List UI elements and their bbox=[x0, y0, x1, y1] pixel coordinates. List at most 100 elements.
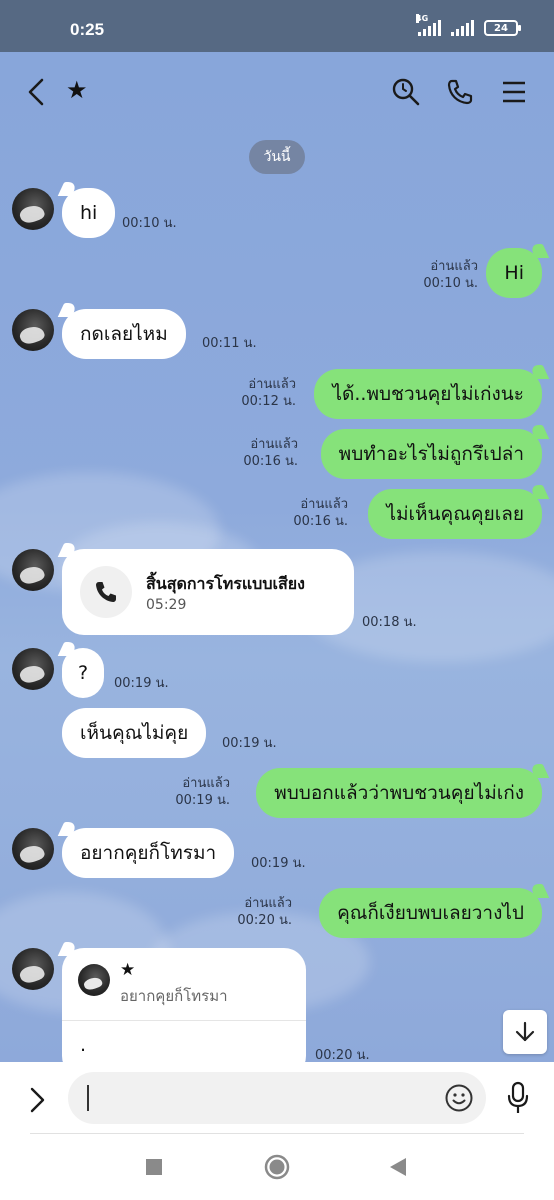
message-bubble-in[interactable]: ? bbox=[62, 648, 105, 698]
signal-icon bbox=[451, 20, 474, 36]
message-read-status: อ่านแล้ว 00:16 น. bbox=[293, 496, 348, 530]
message-input[interactable] bbox=[68, 1072, 486, 1124]
contact-avatar[interactable] bbox=[12, 188, 54, 230]
message-time: 00:10 น. bbox=[423, 276, 478, 291]
message-bubble-out[interactable]: ไม่เห็นคุณคุยเลย bbox=[368, 489, 542, 539]
emoji-button[interactable] bbox=[442, 1081, 476, 1115]
message-bubble-out[interactable]: คุณก็เงียบพบเลยวางไป bbox=[319, 888, 542, 938]
square-icon bbox=[146, 1159, 162, 1175]
date-separator: วันนี้ bbox=[249, 140, 305, 174]
message-text: . bbox=[80, 1034, 87, 1056]
message-bubble-in[interactable]: เห็นคุณไม่คุย bbox=[62, 708, 207, 758]
divider bbox=[30, 1133, 524, 1134]
status-time: 0:25 bbox=[70, 20, 105, 39]
search-button[interactable] bbox=[386, 72, 426, 112]
back-button[interactable] bbox=[16, 72, 56, 112]
message-text: พบทำอะไรไม่ถูกรึเปล่า bbox=[338, 443, 524, 465]
phone-icon bbox=[96, 582, 116, 602]
message-read-status: อ่านแล้ว 00:19 น. bbox=[175, 775, 230, 809]
menu-button[interactable] bbox=[494, 72, 534, 112]
back-nav-button[interactable] bbox=[380, 1152, 416, 1182]
read-label: อ่านแล้ว bbox=[244, 896, 292, 911]
phone-icon bbox=[447, 79, 473, 105]
contact-avatar[interactable] bbox=[12, 828, 54, 870]
arrow-down-icon bbox=[515, 1021, 535, 1042]
message-read-status: อ่านแล้ว 00:12 น. bbox=[241, 376, 296, 410]
message-time: 00:12 น. bbox=[241, 394, 296, 409]
message-text: Hi bbox=[504, 262, 524, 284]
chevron-right-icon bbox=[30, 1087, 45, 1113]
message-input-bar bbox=[0, 1062, 554, 1138]
back-icon bbox=[28, 78, 44, 106]
status-icons: 4G 24 bbox=[416, 14, 521, 36]
search-icon bbox=[392, 78, 420, 106]
microphone-icon bbox=[507, 1081, 529, 1113]
chat-header: ★ bbox=[0, 52, 554, 132]
message-time: 00:10 น. bbox=[122, 216, 177, 231]
message-text: พบบอกแล้วว่าพบชวนคุยไม่เก่ง bbox=[274, 782, 524, 804]
message-time: 00:18 น. bbox=[362, 615, 417, 630]
contact-avatar[interactable] bbox=[12, 648, 54, 690]
message-bubble-out[interactable]: พบทำอะไรไม่ถูกรึเปล่า bbox=[320, 429, 542, 479]
home-button[interactable] bbox=[259, 1152, 295, 1182]
call-icon-wrap bbox=[80, 566, 132, 618]
voice-message-button[interactable] bbox=[500, 1078, 536, 1118]
message-time: 00:11 น. bbox=[202, 336, 257, 351]
message-time: 00:16 น. bbox=[243, 454, 298, 469]
message-time: 00:20 น. bbox=[237, 913, 292, 928]
read-label: อ่านแล้ว bbox=[430, 259, 478, 274]
message-read-status: อ่านแล้ว 00:10 น. bbox=[423, 258, 478, 292]
message-bubble-in[interactable]: กดเลยไหม bbox=[62, 309, 186, 359]
message-text: คุณก็เงียบพบเลยวางไป bbox=[337, 902, 524, 924]
message-text: ไม่เห็นคุณคุยเลย bbox=[386, 503, 524, 525]
message-time: 00:19 น. bbox=[222, 736, 277, 751]
status-bar: 0:25 4G 24 bbox=[0, 0, 554, 52]
quoted-avatar bbox=[78, 964, 110, 996]
network-type-label: 4G bbox=[416, 14, 429, 23]
message-text: ได้..พบชวนคุยไม่เก่งนะ bbox=[332, 383, 524, 405]
call-title: สิ้นสุดการโทรแบบเสียง bbox=[146, 574, 305, 593]
message-bubble-out[interactable]: ได้..พบชวนคุยไม่เก่งนะ bbox=[314, 369, 542, 419]
reply-message-bubble[interactable]: ★ อยากคุยก็โทรมา . bbox=[62, 948, 306, 1078]
contact-avatar[interactable] bbox=[12, 309, 54, 351]
contact-name: ★ bbox=[66, 76, 88, 104]
call-duration: 05:29 bbox=[146, 597, 187, 613]
message-bubble-out[interactable]: Hi bbox=[486, 248, 542, 298]
read-label: อ่านแล้ว bbox=[250, 437, 298, 452]
circle-icon bbox=[264, 1154, 290, 1180]
read-label: อ่านแล้ว bbox=[182, 776, 230, 791]
message-read-status: อ่านแล้ว 00:16 น. bbox=[243, 436, 298, 470]
message-text: อยากคุยก็โทรมา bbox=[80, 842, 217, 864]
menu-icon bbox=[503, 81, 525, 103]
triangle-back-icon bbox=[390, 1158, 406, 1176]
message-time: 00:19 น. bbox=[175, 793, 230, 808]
battery-level: 24 bbox=[494, 22, 508, 34]
call-history-bubble[interactable]: สิ้นสุดการโทรแบบเสียง 05:29 bbox=[62, 549, 354, 635]
message-time: 00:19 น. bbox=[114, 676, 169, 691]
message-text: เห็นคุณไม่คุย bbox=[80, 722, 189, 744]
emoji-icon bbox=[445, 1084, 473, 1112]
contact-avatar[interactable] bbox=[12, 549, 54, 591]
recents-button[interactable] bbox=[136, 1152, 172, 1182]
message-text: กดเลยไหม bbox=[80, 323, 168, 345]
message-bubble-in[interactable]: อยากคุยก็โทรมา bbox=[62, 828, 235, 878]
message-read-status: อ่านแล้ว 00:20 น. bbox=[237, 895, 292, 929]
text-caret bbox=[87, 1085, 89, 1111]
message-time: 00:16 น. bbox=[293, 514, 348, 529]
battery-icon: 24 bbox=[484, 20, 521, 36]
quoted-sender-name: ★ bbox=[120, 960, 136, 980]
message-bubble-out[interactable]: พบบอกแล้วว่าพบชวนคุยไม่เก่ง bbox=[256, 768, 542, 818]
read-label: อ่านแล้ว bbox=[300, 497, 348, 512]
message-time: 00:19 น. bbox=[251, 856, 306, 871]
contact-avatar[interactable] bbox=[12, 948, 54, 990]
reply-divider bbox=[62, 1020, 306, 1021]
message-bubble-in[interactable]: hi bbox=[62, 188, 116, 238]
quoted-message-text: อยากคุยก็โทรมา bbox=[120, 987, 228, 1005]
message-text: ? bbox=[78, 662, 89, 684]
call-button[interactable] bbox=[440, 72, 480, 112]
expand-menu-button[interactable] bbox=[20, 1080, 56, 1120]
signal-4g-icon: 4G bbox=[416, 14, 441, 36]
scroll-to-bottom-button[interactable] bbox=[503, 1010, 547, 1054]
system-navigation-bar bbox=[0, 1138, 554, 1200]
message-text: hi bbox=[80, 202, 98, 224]
